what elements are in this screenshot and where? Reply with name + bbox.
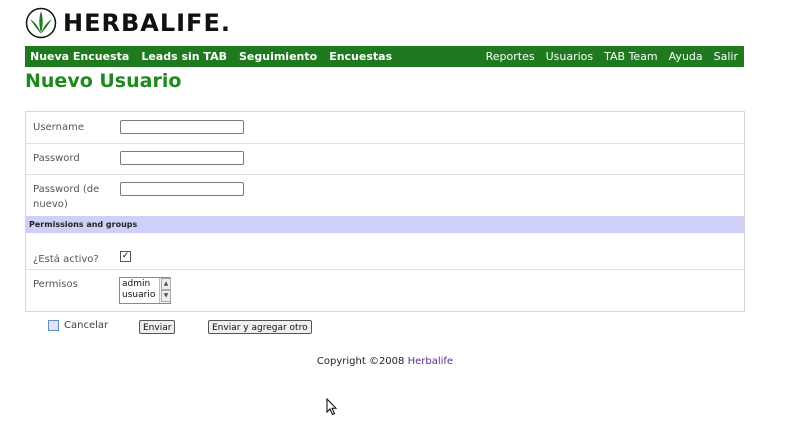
nav-usuarios[interactable]: Usuarios xyxy=(546,50,594,63)
cancel-icon xyxy=(48,320,59,331)
active-row: ¿Está activo? xyxy=(26,233,744,270)
username-row: Username xyxy=(26,112,744,144)
herbalife-leaf-icon xyxy=(25,7,57,39)
nav-encuestas[interactable]: Encuestas xyxy=(329,50,392,63)
nav-left-group: Nueva Encuesta Leads sin TAB Seguimiento… xyxy=(25,50,399,63)
nav-salir[interactable]: Salir xyxy=(714,50,738,63)
password-input[interactable] xyxy=(120,151,244,165)
scroll-up-icon[interactable]: ▲ xyxy=(161,278,171,290)
nav-seguimiento[interactable]: Seguimiento xyxy=(239,50,317,63)
mouse-cursor-icon xyxy=(326,398,338,416)
send-button[interactable]: Enviar xyxy=(139,320,176,334)
send-and-add-button[interactable]: Enviar y agregar otro xyxy=(208,320,312,334)
nav-nueva-encuesta[interactable]: Nueva Encuesta xyxy=(30,50,129,63)
nav-right-group: Reportes Usuarios TAB Team Ayuda Salir xyxy=(481,50,744,63)
password-confirm-row: Password (de nuevo) xyxy=(26,174,744,216)
username-input[interactable] xyxy=(120,120,244,134)
permissions-label: Permisos xyxy=(33,279,78,290)
cancel-label: Cancelar xyxy=(64,320,109,331)
footer: Copyright ©2008 Herbalife xyxy=(0,356,770,367)
active-label: ¿Está activo? xyxy=(33,254,99,265)
permissions-select[interactable]: admin usuario ▲ ▼ xyxy=(119,277,171,304)
active-checkbox[interactable]: ✓ xyxy=(120,251,131,262)
permission-option-admin[interactable]: admin xyxy=(122,279,150,290)
permissions-section-header: Permissions and groups xyxy=(26,216,744,233)
nav-tab-team[interactable]: TAB Team xyxy=(604,50,658,63)
herbalife-link[interactable]: Herbalife xyxy=(408,356,454,367)
password-confirm-label: Password (de nuevo) xyxy=(33,184,100,210)
password-row: Password xyxy=(26,143,744,175)
page-title: Nuevo Usuario xyxy=(25,70,182,92)
permission-option-usuario[interactable]: usuario xyxy=(122,290,155,301)
permissions-scrollbar[interactable]: ▲ ▼ xyxy=(159,278,171,303)
scroll-down-icon[interactable]: ▼ xyxy=(161,290,171,302)
password-confirm-input[interactable] xyxy=(120,182,244,196)
copyright-text: Copyright ©2008 xyxy=(316,356,405,367)
nav-reportes[interactable]: Reportes xyxy=(486,50,535,63)
user-form: Username Password Password (de nuevo) Pe… xyxy=(25,111,745,312)
brand-name: HERBALIFE. xyxy=(63,9,231,37)
cancel-link[interactable]: Cancelar xyxy=(48,320,108,331)
username-label: Username xyxy=(33,122,84,133)
herbalife-logo: HERBALIFE. xyxy=(25,7,231,39)
password-label: Password xyxy=(33,153,80,164)
nav-ayuda[interactable]: Ayuda xyxy=(669,50,703,63)
nav-leads-sin-tab[interactable]: Leads sin TAB xyxy=(141,50,227,63)
main-navbar: Nueva Encuesta Leads sin TAB Seguimiento… xyxy=(25,46,744,67)
